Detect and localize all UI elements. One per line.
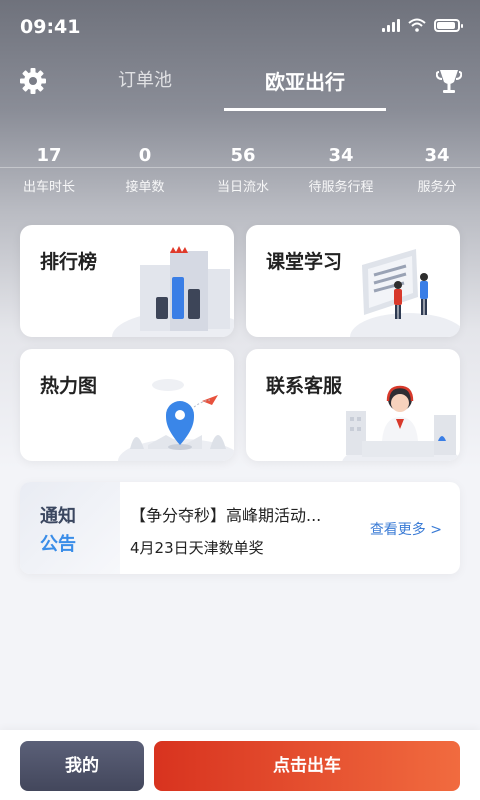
status-icons bbox=[382, 18, 463, 32]
stat-label: 当日流水 bbox=[216, 180, 269, 195]
bottom-action-bar: 我的 点击出车 bbox=[0, 730, 480, 800]
card-title: 联系客服 bbox=[266, 375, 343, 397]
stat-value: 34 bbox=[424, 145, 450, 166]
stat-value: 34 bbox=[328, 145, 354, 166]
notice-badge-line2: 公告 bbox=[40, 534, 76, 555]
active-tab-indicator bbox=[224, 108, 386, 111]
stats-row: 17 出车时长 0 接单数 56 当日流水 34 待服务行程 34 服务分 bbox=[0, 145, 480, 205]
map-pin-illustration bbox=[118, 379, 234, 461]
card-heatmap[interactable]: 热力图 bbox=[20, 349, 234, 461]
notice-banner[interactable]: 通知 公告 【争分夺秒】高峰期活动... 4月23日天津数单奖 查看更多 > bbox=[20, 482, 460, 574]
tab-order-pool[interactable]: 订单池 bbox=[110, 66, 180, 92]
study-illustration bbox=[350, 249, 460, 337]
signal-icon bbox=[382, 18, 400, 32]
card-title: 排行榜 bbox=[40, 251, 98, 273]
top-nav: 订单池 欧亚出行 bbox=[0, 56, 480, 168]
notice-title: 【争分夺秒】高峰期活动... bbox=[130, 506, 322, 525]
mine-button[interactable]: 我的 bbox=[20, 741, 144, 791]
battery-icon bbox=[434, 19, 463, 32]
status-bar: 09:41 bbox=[0, 0, 480, 56]
stat-label: 接单数 bbox=[125, 180, 165, 195]
start-driving-button[interactable]: 点击出车 bbox=[154, 741, 460, 791]
wifi-icon bbox=[408, 18, 426, 32]
card-ranking[interactable]: 排行榜 bbox=[20, 225, 234, 337]
stat-value: 17 bbox=[36, 145, 62, 166]
stat-orders-taken[interactable]: 0 接单数 bbox=[112, 145, 178, 195]
customer-service-illustration bbox=[342, 385, 460, 461]
view-more-link[interactable]: 查看更多 > bbox=[370, 519, 442, 539]
stat-value: 56 bbox=[230, 145, 256, 166]
stat-value: 0 bbox=[138, 145, 152, 166]
trophy-icon[interactable] bbox=[436, 68, 462, 96]
card-title: 课堂学习 bbox=[266, 251, 343, 273]
card-contact-service[interactable]: 联系客服 bbox=[246, 349, 460, 461]
status-time: 09:41 bbox=[20, 16, 81, 38]
ranking-illustration bbox=[112, 246, 234, 337]
stat-label: 待服务行程 bbox=[308, 180, 374, 195]
stat-driving-duration[interactable]: 17 出车时长 bbox=[14, 145, 84, 195]
notice-badge bbox=[20, 482, 120, 574]
card-title: 热力图 bbox=[40, 375, 98, 397]
tab-euro-asia-travel[interactable]: 欧亚出行 bbox=[224, 66, 386, 95]
stat-daily-revenue[interactable]: 56 当日流水 bbox=[206, 145, 280, 195]
stat-pending-trips[interactable]: 34 待服务行程 bbox=[300, 145, 382, 195]
notice-subtitle: 4月23日天津数单奖 bbox=[130, 539, 264, 557]
stat-service-score[interactable]: 34 服务分 bbox=[404, 145, 470, 195]
stat-label: 出车时长 bbox=[22, 180, 75, 195]
card-classroom-study[interactable]: 课堂学习 bbox=[246, 225, 460, 337]
gear-icon[interactable] bbox=[18, 66, 48, 96]
notice-badge-line1: 通知 bbox=[40, 506, 76, 527]
stat-label: 服务分 bbox=[417, 180, 457, 195]
